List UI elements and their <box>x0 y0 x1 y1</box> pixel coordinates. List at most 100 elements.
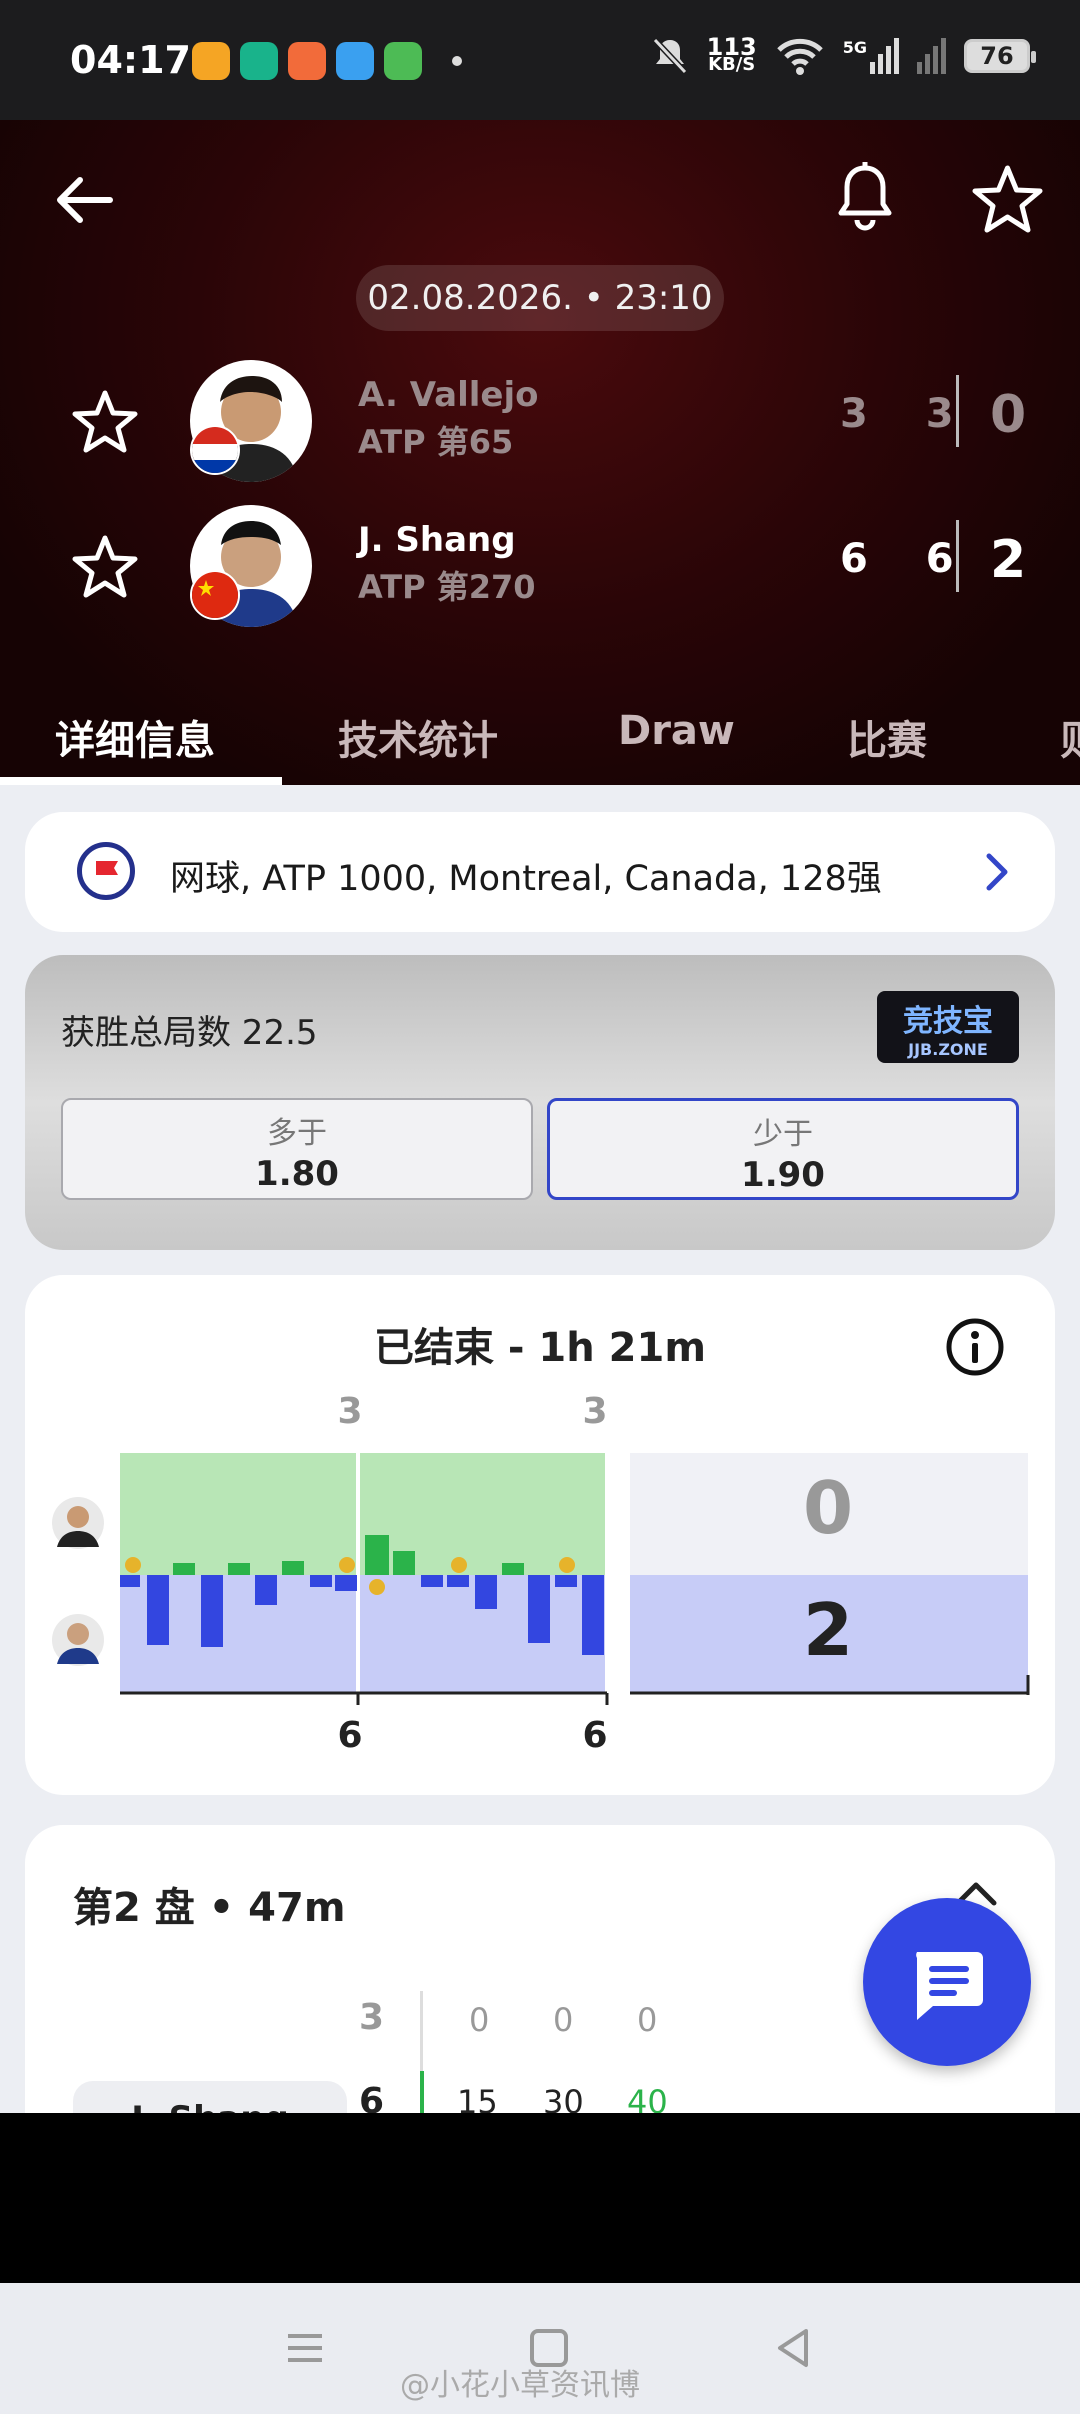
momentum-bar <box>335 1575 357 1591</box>
set2-bottom-score: 6 <box>582 1715 607 1756</box>
info-icon[interactable] <box>945 1317 1005 1377</box>
top-player-area <box>120 1453 605 1575</box>
tournament-card[interactable]: 网球, ATP 1000, Montreal, Canada, 128强 <box>25 812 1055 932</box>
player-rank: ATP 第270 <box>358 568 536 606</box>
tennis-ball-icon <box>369 1579 385 1595</box>
odds-value: 1.90 <box>741 1155 825 1195</box>
network-type: 5G <box>842 38 867 57</box>
player-point: 30 <box>543 2083 584 2113</box>
mute-bell-icon <box>652 37 687 75</box>
momentum-bar <box>582 1575 604 1655</box>
weather-app-icon <box>336 42 374 80</box>
back-arrow-icon[interactable] <box>50 165 120 235</box>
active-tab-indicator <box>0 777 282 785</box>
tab-draw[interactable]: Draw <box>618 708 735 754</box>
player-games: 6 <box>359 2081 385 2113</box>
tennis-ball-icon <box>451 1557 467 1573</box>
momentum-bar <box>447 1575 469 1587</box>
weibo-app-icon <box>192 42 230 80</box>
tab-odds[interactable]: 则 <box>1060 708 1080 766</box>
menu-icon[interactable] <box>280 2323 330 2373</box>
opponent-point: 0 <box>553 2001 574 2039</box>
tab-stats[interactable]: 技术统计 <box>338 708 498 766</box>
total-top: 0 <box>803 1466 853 1550</box>
player-name-pill: J. Shang <box>73 2081 347 2113</box>
net-speed: 113 KB/S <box>707 35 757 75</box>
top-player-avatar <box>52 1497 104 1549</box>
odds-market-title: 获胜总局数 22.5 <box>61 1013 318 1053</box>
momentum-bar <box>475 1575 497 1609</box>
favorite-star-icon[interactable] <box>970 162 1045 237</box>
china-flag-icon <box>190 570 240 620</box>
tennis-ball-icon <box>125 1557 141 1573</box>
momentum-bar <box>228 1563 250 1575</box>
match-header: 02.08.2026. • 23:10 A. Vallejo ATP 第65 3… <box>0 120 1080 785</box>
video-app-icon <box>288 42 326 80</box>
chat-icon <box>916 1952 983 2020</box>
bookmaker-logo[interactable]: 竞技宝 JJB.ZONE <box>877 991 1019 1063</box>
set-title: 第2 盘 • 47m <box>73 1885 346 1931</box>
chevron-right-icon[interactable] <box>979 850 1015 894</box>
player-star-icon[interactable] <box>70 532 140 602</box>
paraguay-flag-icon <box>190 425 240 475</box>
match-status-title: 已结束 - 1h 21m <box>373 1325 707 1371</box>
player-row-vallejo[interactable]: A. Vallejo ATP 第65 3 3 0 <box>0 355 1080 485</box>
bell-icon[interactable] <box>830 160 900 235</box>
more-dot-icon <box>452 56 462 66</box>
tennis-ball-icon <box>559 1557 575 1573</box>
player-point: 40 <box>627 2083 668 2113</box>
momentum-card: 已结束 - 1h 21m 3 3 0 2 6 6 <box>25 1275 1055 1795</box>
net-speed-unit: KB/S <box>708 54 756 75</box>
games-divider-active <box>420 2071 424 2113</box>
score-divider <box>956 520 959 592</box>
clock: 04:17 <box>70 38 191 82</box>
chat-button[interactable] <box>863 1898 1031 2066</box>
momentum-bar <box>282 1561 304 1575</box>
momentum-bar <box>555 1575 577 1587</box>
signal-sim2-icon <box>917 38 946 74</box>
battery-indicator: 76 <box>964 39 1036 73</box>
tournament-logo-icon <box>77 842 135 900</box>
signal-5g: 5G <box>843 38 899 74</box>
wifi-icon <box>776 38 823 75</box>
tennis-ball-icon <box>339 1557 355 1573</box>
player-point: 15 <box>457 2083 498 2113</box>
momentum-bar <box>173 1563 195 1575</box>
opponent-point: 0 <box>469 2001 490 2039</box>
odds-under-button[interactable]: 少于 1.90 <box>547 1098 1019 1200</box>
momentum-bar <box>255 1575 277 1605</box>
set1-bottom-score: 6 <box>337 1715 362 1756</box>
odds-over-button[interactable]: 多于 1.80 <box>61 1098 533 1200</box>
opponent-point: 0 <box>637 2001 658 2039</box>
momentum-bar <box>310 1575 332 1587</box>
odds-value: 1.80 <box>255 1154 339 1194</box>
momentum-bar <box>120 1575 140 1587</box>
momentum-bar <box>528 1575 550 1643</box>
player-name: A. Vallejo <box>358 375 539 415</box>
tab-details[interactable]: 详细信息 <box>55 708 215 766</box>
player-rank: ATP 第65 <box>358 423 514 461</box>
game-app-icon <box>384 42 422 80</box>
momentum-bar <box>147 1575 169 1645</box>
back-icon[interactable] <box>768 2323 818 2373</box>
match-date: 02.08.2026. • 23:10 <box>356 265 724 331</box>
set1-top-score: 3 <box>337 1391 362 1432</box>
tournament-label: 网球, ATP 1000, Montreal, Canada, 128强 <box>170 859 882 899</box>
sets-won: 2 <box>990 530 1027 590</box>
player-row-shang[interactable]: J. Shang ATP 第270 6 6 2 <box>0 500 1080 630</box>
set2-top-score: 3 <box>582 1391 607 1432</box>
brand-name: 竞技宝 <box>903 1003 993 1039</box>
player-star-icon[interactable] <box>70 387 140 457</box>
notification-icons <box>192 42 462 80</box>
sets-won: 0 <box>990 385 1027 445</box>
tab-bar: 详细信息 技术统计 Draw 比赛 则 <box>0 680 1080 785</box>
momentum-bar <box>502 1563 524 1575</box>
brand-sub: JJB.ZONE <box>908 1039 988 1059</box>
odds-label: 少于 <box>753 1117 813 1152</box>
bottom-player-avatar <box>52 1614 104 1666</box>
momentum-bar <box>201 1575 223 1647</box>
total-bottom: 2 <box>803 1588 853 1672</box>
tab-matches[interactable]: 比赛 <box>847 708 927 766</box>
player-name: J. Shang <box>358 520 516 560</box>
l-app-icon <box>240 42 278 80</box>
